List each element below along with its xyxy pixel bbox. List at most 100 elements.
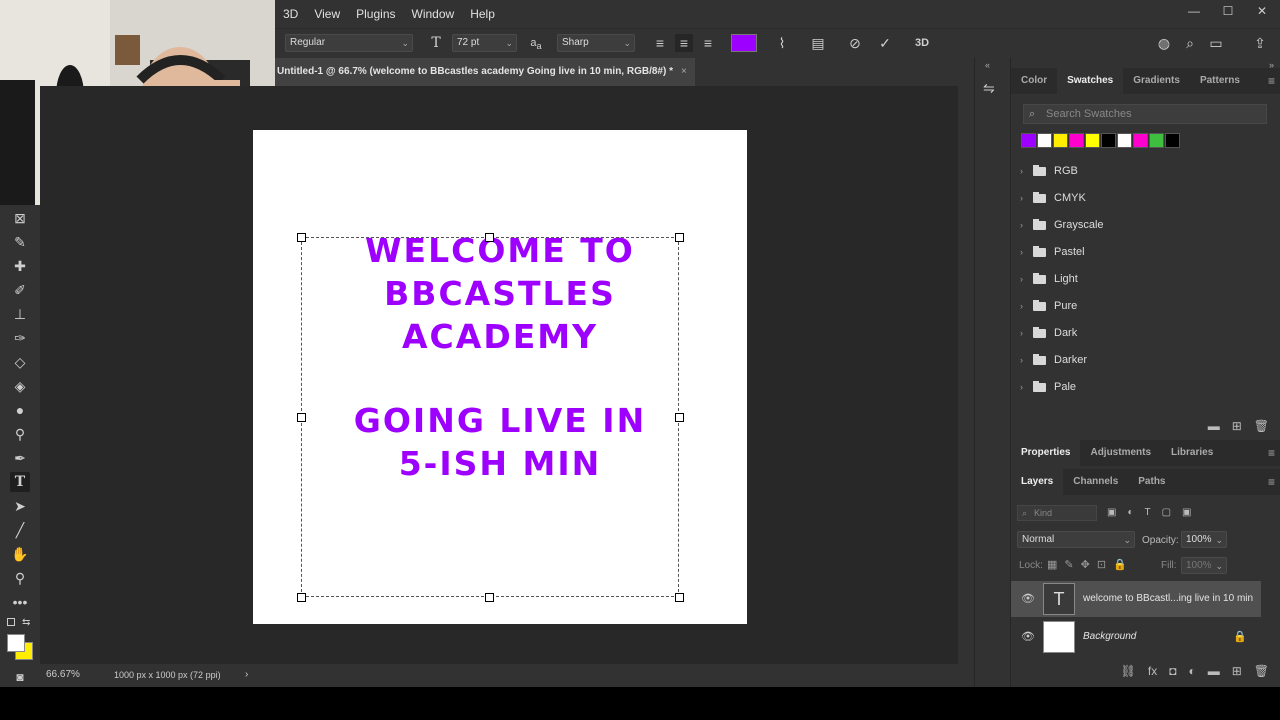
3d-icon[interactable]: 3D <box>913 34 931 52</box>
tab-channels[interactable]: Channels <box>1063 469 1128 495</box>
new-swatch-icon[interactable]: ⊞ <box>1232 419 1242 433</box>
blend-mode-select[interactable]: Normal ⌄ <box>1017 531 1135 548</box>
align-right-icon[interactable]: ≡ <box>699 34 717 52</box>
eye-icon[interactable]: 👁 <box>1021 592 1035 605</box>
transform-handle[interactable] <box>485 593 494 602</box>
link-layers-icon[interactable]: ⛓ <box>1121 664 1136 678</box>
menu-window[interactable]: Window <box>404 7 463 21</box>
swap-colors-icon[interactable]: ⇆ <box>22 617 30 628</box>
zoom-tool-icon[interactable]: ⚲ <box>10 568 30 588</box>
new-group-icon[interactable]: ▬ <box>1208 419 1220 433</box>
menu-plugins[interactable]: Plugins <box>348 7 403 21</box>
tab-gradients[interactable]: Gradients <box>1123 68 1190 94</box>
swatch[interactable] <box>1069 133 1084 148</box>
swatch-folder-darker[interactable]: › Darker <box>1011 347 1261 374</box>
swatch[interactable] <box>1165 133 1180 148</box>
minimize-button[interactable]: — <box>1186 3 1202 19</box>
close-window-button[interactable]: ✕ <box>1254 3 1270 19</box>
swatch-folder-dark[interactable]: › Dark <box>1011 320 1261 347</box>
fx-icon[interactable]: fx <box>1148 664 1157 678</box>
panel-menu-icon[interactable]: ≡ <box>1268 446 1275 460</box>
share-icon[interactable]: ⇪ <box>1251 34 1269 52</box>
text-color-swatch[interactable] <box>731 34 757 52</box>
transform-handle[interactable] <box>297 413 306 422</box>
swatch-folder-pale[interactable]: › Pale <box>1011 374 1261 401</box>
eraser-tool-icon[interactable]: ◇ <box>10 352 30 372</box>
clone-stamp-tool-icon[interactable]: ⊥ <box>10 304 30 324</box>
font-size-select[interactable]: 72 pt ⌄ <box>452 34 517 52</box>
align-left-icon[interactable]: ≡ <box>651 34 669 52</box>
collapse-icon[interactable]: « <box>985 60 990 70</box>
tab-properties[interactable]: Properties <box>1011 440 1081 466</box>
paint-bucket-tool-icon[interactable]: ◈ <box>10 376 30 396</box>
pen-tool-icon[interactable]: ✒ <box>10 448 30 468</box>
type-tool-icon[interactable]: T <box>10 472 30 492</box>
adjustment-layer-icon[interactable]: ◐ <box>1188 664 1195 678</box>
search-icon[interactable]: ⌕ <box>1181 34 1199 52</box>
character-panel-icon[interactable]: ▤ <box>809 34 827 52</box>
vertical-scrollbar[interactable] <box>958 58 974 687</box>
tab-color[interactable]: Color <box>1011 68 1057 94</box>
trash-icon[interactable]: 🗑 <box>1254 419 1269 433</box>
swatch[interactable] <box>1021 133 1036 148</box>
tab-adjustments[interactable]: Adjustments <box>1080 440 1161 466</box>
trash-icon[interactable]: 🗑 <box>1254 664 1269 678</box>
transform-handle[interactable] <box>675 413 684 422</box>
swatch-folder-pure[interactable]: › Pure <box>1011 293 1261 320</box>
dodge-tool-icon[interactable]: ⚲ <box>10 424 30 444</box>
share-cloud-icon[interactable]: ◍ <box>1155 34 1173 52</box>
chevron-right-icon[interactable]: › <box>245 669 248 680</box>
antialias-select[interactable]: Sharp ⌄ <box>557 34 635 52</box>
layer-row-text[interactable]: 👁 T welcome to BBcastl...ing live in 10 … <box>1011 581 1261 617</box>
frame-tool-icon[interactable]: ⊠ <box>10 208 30 228</box>
warp-text-icon[interactable]: ⌇ <box>773 34 791 52</box>
swatch[interactable] <box>1085 133 1100 148</box>
healing-brush-tool-icon[interactable]: ✚ <box>10 256 30 276</box>
maximize-button[interactable]: ☐ <box>1220 3 1236 19</box>
swatch-folder-grayscale[interactable]: › Grayscale <box>1011 212 1261 239</box>
swatch[interactable] <box>1117 133 1132 148</box>
quick-mask-icon[interactable]: ◙ <box>10 667 30 687</box>
swatch[interactable] <box>1037 133 1052 148</box>
cancel-edit-icon[interactable]: ⊘ <box>846 34 864 52</box>
transform-handle[interactable] <box>297 233 306 242</box>
tab-document[interactable]: Untitled-1 @ 66.7% (welcome to BBcastles… <box>275 58 695 86</box>
swatch-folder-rgb[interactable]: › RGB <box>1011 158 1261 185</box>
transform-handle[interactable] <box>675 233 684 242</box>
more-tools-icon[interactable]: ••• <box>10 592 30 612</box>
align-center-icon[interactable]: ≡ <box>675 34 693 52</box>
swatch[interactable] <box>1053 133 1068 148</box>
panel-menu-icon[interactable]: ≡ <box>1268 74 1275 88</box>
workspace-icon[interactable]: ▭ <box>1207 34 1225 52</box>
fill-input[interactable]: 100% ⌄ <box>1181 557 1227 574</box>
eye-icon[interactable]: 👁 <box>1021 630 1035 643</box>
opacity-input[interactable]: 100% ⌄ <box>1181 531 1227 548</box>
transform-handle[interactable] <box>485 233 494 242</box>
tab-swatches[interactable]: Swatches <box>1057 68 1124 94</box>
swatch[interactable] <box>1133 133 1148 148</box>
menu-view[interactable]: View <box>306 7 348 21</box>
font-style-select[interactable]: Regular ⌄ <box>285 34 413 52</box>
commit-edit-icon[interactable]: ✓ <box>876 34 894 52</box>
layer-filter-select[interactable]: ⌕ Kind <box>1017 505 1097 521</box>
transform-handle[interactable] <box>675 593 684 602</box>
swatch-folder-pastel[interactable]: › Pastel <box>1011 239 1261 266</box>
new-layer-icon[interactable]: ⊞ <box>1232 664 1242 678</box>
tab-patterns[interactable]: Patterns <box>1190 68 1250 94</box>
panel-menu-icon[interactable]: ≡ <box>1268 475 1275 489</box>
tab-paths[interactable]: Paths <box>1128 469 1175 495</box>
swatch-folder-cmyk[interactable]: › CMYK <box>1011 185 1261 212</box>
swatch-search-input[interactable]: ⌕ Search Swatches <box>1023 104 1267 124</box>
menu-3d[interactable]: 3D <box>275 7 306 21</box>
brush-tool-icon[interactable]: ✐ <box>10 280 30 300</box>
swatch[interactable] <box>1149 133 1164 148</box>
close-tab-icon[interactable]: × <box>681 66 687 77</box>
add-mask-icon[interactable]: ◘ <box>1169 664 1176 678</box>
swatch[interactable] <box>1101 133 1116 148</box>
history-brush-tool-icon[interactable]: ✑ <box>10 328 30 348</box>
history-panel-icon[interactable]: ⇋ <box>983 80 995 97</box>
line-tool-icon[interactable]: ╱ <box>10 520 30 540</box>
hand-tool-icon[interactable]: ✋ <box>10 544 30 564</box>
lock-icons[interactable]: ▦✎✥⊡🔒 <box>1047 558 1134 571</box>
tab-libraries[interactable]: Libraries <box>1161 440 1223 466</box>
